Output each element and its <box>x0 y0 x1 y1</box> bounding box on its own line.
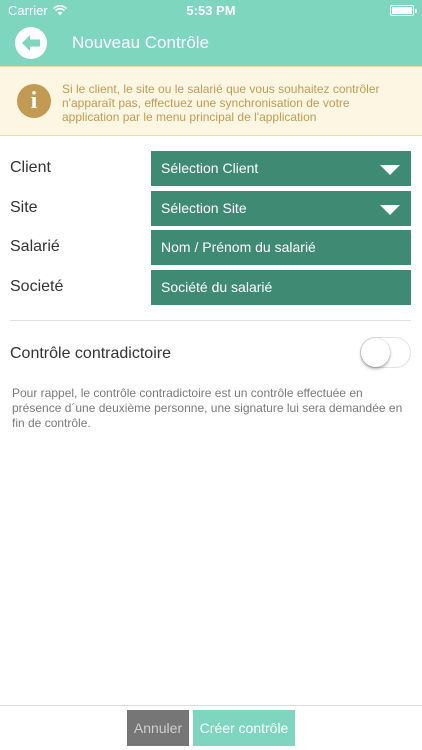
site-row: Site Sélection Site <box>0 191 422 227</box>
client-row: Client Sélection Client <box>0 151 422 187</box>
divider <box>10 320 411 321</box>
create-control-button[interactable]: Créer contrôle <box>193 710 295 746</box>
toggle-knob <box>361 338 390 367</box>
footer-bar: Annuler Créer contrôle <box>0 705 422 750</box>
salarie-label: Salarié <box>10 238 60 255</box>
info-banner: i Si le client, le site ou le salarié qu… <box>0 66 422 136</box>
client-select-value: Sélection Client <box>161 160 259 176</box>
status-bar: Carrier 5:53 PM <box>0 0 422 22</box>
cancel-button[interactable]: Annuler <box>127 710 189 746</box>
salarie-input-placeholder: Nom / Prénom du salarié <box>161 239 316 255</box>
societe-input[interactable]: Société du salarié <box>151 270 411 305</box>
info-message: Si le client, le site ou le salarié que … <box>62 82 380 124</box>
battery-fill <box>392 7 412 14</box>
info-icon: i <box>17 84 51 118</box>
societe-row: Societé Société du salarié <box>0 270 422 306</box>
salarie-input[interactable]: Nom / Prénom du salarié <box>151 230 411 265</box>
contradictoire-note: Pour rappel, le contrôle contradictoire … <box>12 386 403 430</box>
navigation-bar: Nouveau Contrôle <box>0 22 422 66</box>
contradictoire-label: Contrôle contradictoire <box>10 345 171 362</box>
societe-label: Societé <box>10 278 64 295</box>
arrow-left-icon <box>22 35 40 51</box>
dropdown-arrow-icon <box>380 205 400 215</box>
contradictoire-row: Contrôle contradictoire <box>0 336 422 370</box>
contradictoire-toggle[interactable] <box>360 337 411 368</box>
site-label: Site <box>10 199 38 216</box>
page-title: Nouveau Contrôle <box>72 33 210 52</box>
societe-input-placeholder: Société du salarié <box>161 279 273 295</box>
client-select[interactable]: Sélection Client <box>151 151 411 186</box>
battery-icon <box>390 5 417 16</box>
back-button[interactable] <box>15 27 47 59</box>
status-time: 5:53 PM <box>186 3 236 18</box>
site-select-value: Sélection Site <box>161 200 247 216</box>
salarie-row: Salarié Nom / Prénom du salarié <box>0 230 422 266</box>
dropdown-arrow-icon <box>380 165 400 175</box>
client-label: Client <box>10 159 51 176</box>
site-select[interactable]: Sélection Site <box>151 191 411 226</box>
